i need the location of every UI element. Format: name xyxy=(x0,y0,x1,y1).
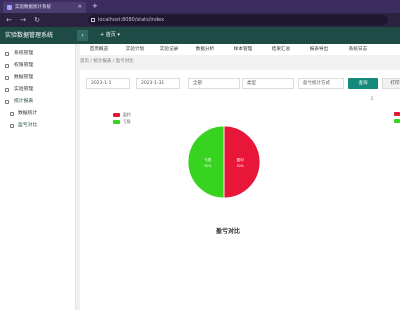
tab-plan[interactable]: 实验计划 xyxy=(118,44,152,55)
sidebar-item-label: 数据管理 xyxy=(14,75,34,80)
sidebar-item-data-stats[interactable]: 数据统计 xyxy=(0,108,75,120)
project-field[interactable]: 全部 xyxy=(188,78,240,89)
chart-icon xyxy=(5,100,9,104)
type-select[interactable]: 盈亏统计方式 xyxy=(298,78,344,89)
sidebar-item-experiment[interactable]: 实验管理 xyxy=(0,84,75,96)
app-title: 实验数据管理系统 xyxy=(5,32,54,39)
legend-swatch-profit xyxy=(113,113,120,117)
browser-nav-bar: ← → ↻ localhost:8080/stats/index xyxy=(0,13,400,27)
legend-label-profit: 盈利 xyxy=(123,112,131,117)
slice-name-label-1: 亏损 xyxy=(204,157,212,162)
category-field[interactable]: 类型 xyxy=(242,78,294,89)
pie-chart-svg: 盈利 50% 亏损 50% xyxy=(187,125,261,199)
flask-icon xyxy=(5,88,9,92)
shield-icon xyxy=(5,64,9,68)
sidebar-item-permission[interactable]: 权限管理 xyxy=(0,60,75,72)
header-home-menu[interactable]: + 首页 ▾ xyxy=(100,27,120,44)
favicon-icon xyxy=(7,5,12,10)
browser-tab[interactable]: 实验数据统计系统 ✕ xyxy=(3,2,86,13)
tab-sample[interactable]: 样本管理 xyxy=(224,44,262,55)
tab-export[interactable]: 报表导出 xyxy=(300,44,338,55)
tab-record[interactable]: 实验记录 xyxy=(152,44,186,55)
slice-value-label-1: 50% xyxy=(204,164,211,168)
legend-item[interactable]: 亏损 xyxy=(113,119,131,126)
back-icon[interactable]: ← xyxy=(4,15,14,25)
sidebar-item-label: 实验管理 xyxy=(14,87,34,92)
close-icon[interactable]: ✕ xyxy=(78,2,82,13)
pie-chart: 盈利 50% 亏损 50% xyxy=(184,122,264,202)
main-panel: 2023-1-1 2023-1-31 全部 类型 盈亏统计方式 查询 打印 ⇩ … xyxy=(80,70,400,310)
start-date-field[interactable]: 2023-1-1 xyxy=(86,78,130,89)
url-text: localhost:8080/stats/index xyxy=(98,17,165,23)
compare-icon xyxy=(10,124,14,128)
reload-icon[interactable]: ↻ xyxy=(32,15,42,25)
query-button[interactable]: 查询 xyxy=(348,78,378,89)
sidebar-item-label: 统计报表 xyxy=(14,99,34,104)
pie-slice-0[interactable] xyxy=(223,125,261,199)
sidebar-item-profit-compare[interactable]: 盈亏对比 xyxy=(0,120,75,132)
sidebar: 系统管理 权限管理 数据管理 实验管理 统计报表 数据统计 盈亏对比 xyxy=(0,44,76,310)
legend-item[interactable]: 盈利 xyxy=(113,112,131,119)
slice-name-label-0: 盈利 xyxy=(237,157,245,162)
print-button[interactable]: 打印 xyxy=(382,78,400,89)
sidebar-item-label: 数据统计 xyxy=(18,111,38,116)
page-icon xyxy=(91,18,95,22)
tab-overview[interactable]: 首页概览 xyxy=(80,44,118,55)
collapse-icon[interactable]: ‹ xyxy=(77,30,88,41)
sidebar-item-data[interactable]: 数据管理 xyxy=(0,72,75,84)
legend-swatch-loss xyxy=(113,120,120,124)
database-icon xyxy=(5,76,9,80)
sidebar-item-system[interactable]: 系统管理 xyxy=(0,48,75,60)
chart-legend: 盈利 亏损 xyxy=(113,112,131,126)
app-header: 实验数据管理系统 ‹ + 首页 ▾ xyxy=(0,27,400,44)
report-icon xyxy=(10,112,14,116)
legend-swatch-loss xyxy=(394,119,400,123)
export-icon[interactable]: ⇩ xyxy=(370,97,376,102)
sidebar-item-reports[interactable]: 统计报表 xyxy=(0,96,75,108)
legend-label-loss: 亏损 xyxy=(123,119,131,124)
slice-value-label-0: 50% xyxy=(237,164,244,168)
browser-tab-bar: 实验数据统计系统 ✕ + xyxy=(0,0,400,13)
settings-icon xyxy=(5,52,9,56)
tab-log[interactable]: 系统日志 xyxy=(338,44,378,55)
address-bar[interactable]: localhost:8080/stats/index xyxy=(88,15,388,25)
tab-summary[interactable]: 结果汇总 xyxy=(262,44,300,55)
tab-analysis[interactable]: 数据分析 xyxy=(186,44,224,55)
browser-tab-title: 实验数据统计系统 xyxy=(15,5,51,10)
breadcrumb: 首页 / 统计报表 / 盈亏对比 xyxy=(80,59,134,64)
chart-legend-secondary xyxy=(394,112,400,126)
chart-title: 盈亏对比 xyxy=(215,228,240,235)
sidebar-item-label: 盈亏对比 xyxy=(18,123,38,128)
new-tab-icon[interactable]: + xyxy=(92,2,98,11)
sidebar-item-label: 权限管理 xyxy=(14,63,34,68)
function-tabs: 首页概览 实验计划 实验记录 数据分析 样本管理 结果汇总 报表导出 系统日志 xyxy=(80,44,400,55)
sidebar-item-label: 系统管理 xyxy=(14,51,34,56)
end-date-field[interactable]: 2023-1-31 xyxy=(136,78,180,89)
legend-swatch-profit xyxy=(394,112,400,116)
forward-icon[interactable]: → xyxy=(18,15,28,25)
pie-slice-1[interactable] xyxy=(187,125,225,199)
